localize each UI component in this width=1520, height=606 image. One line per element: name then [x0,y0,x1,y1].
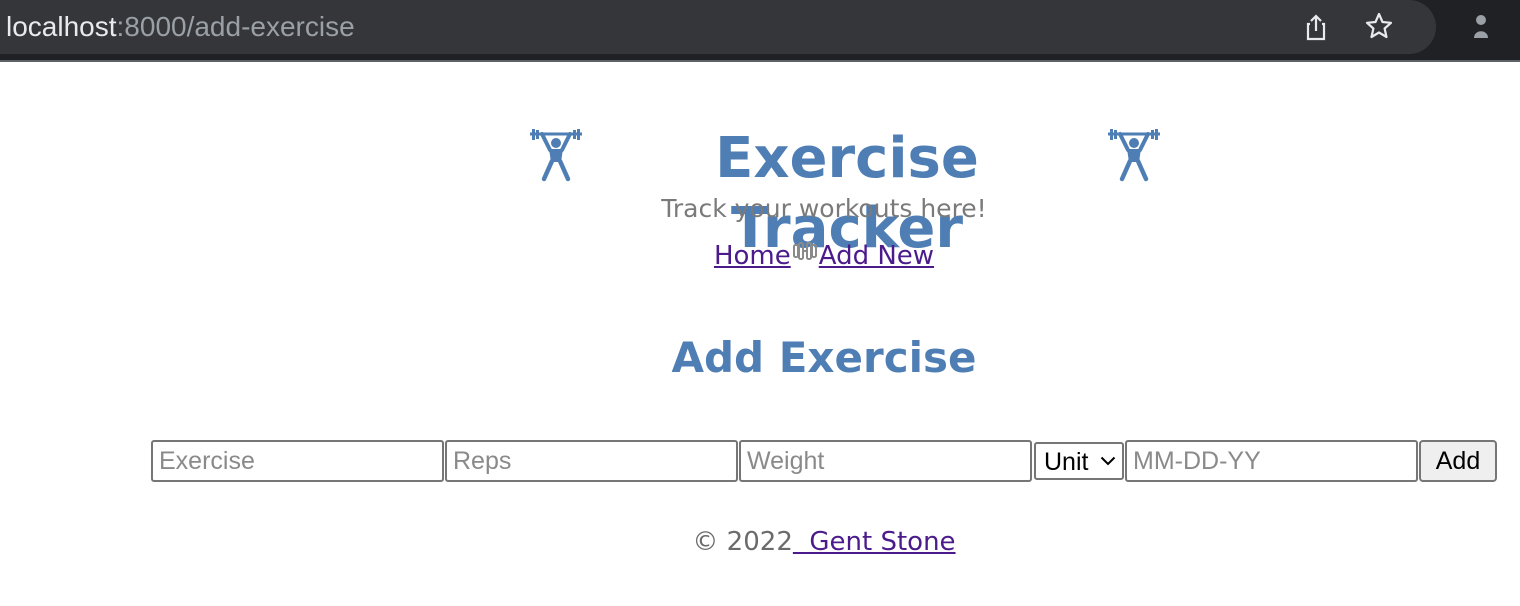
url-text[interactable]: localhost:8000/add-exercise [6,11,355,43]
address-bar[interactable]: localhost:8000/add-exercise [0,0,1436,54]
nav-add-new-link[interactable]: Add New [819,241,934,271]
bookmark-star-icon[interactable] [1364,11,1394,41]
weight-input[interactable] [739,440,1032,482]
url-path: :8000/add-exercise [116,11,355,42]
browser-toolbar: localhost:8000/add-exercise [0,0,1520,62]
add-button[interactable]: Add [1419,440,1497,482]
dumbbell-icon [792,242,817,260]
date-input[interactable] [1125,440,1418,482]
author-link[interactable]: Gent Stone [793,527,955,557]
url-host: localhost [6,11,117,42]
nav-home-link[interactable]: Home [714,241,791,271]
unit-select-value: Unit [1044,448,1089,476]
unit-select[interactable]: Unit [1034,442,1124,480]
tagline: Track your workouts here! [661,194,987,223]
page-title: Add Exercise [671,333,977,382]
share-icon[interactable] [1301,12,1331,42]
weightlifter-icon [530,129,582,182]
copyright-text: © 2022 [692,527,793,557]
page-footer: © 2022 Gent Stone [0,522,1520,562]
page-content: Exercise Tracker Track your workouts her… [0,64,1520,606]
main-nav: Home Add New [0,238,1520,274]
chevron-down-icon [1100,456,1116,466]
title-row: Exercise Tracker [526,124,1166,261]
reps-input[interactable] [445,440,738,482]
exercise-input[interactable] [151,440,444,482]
weightlifter-icon [1108,129,1160,182]
profile-icon[interactable] [1468,12,1498,42]
